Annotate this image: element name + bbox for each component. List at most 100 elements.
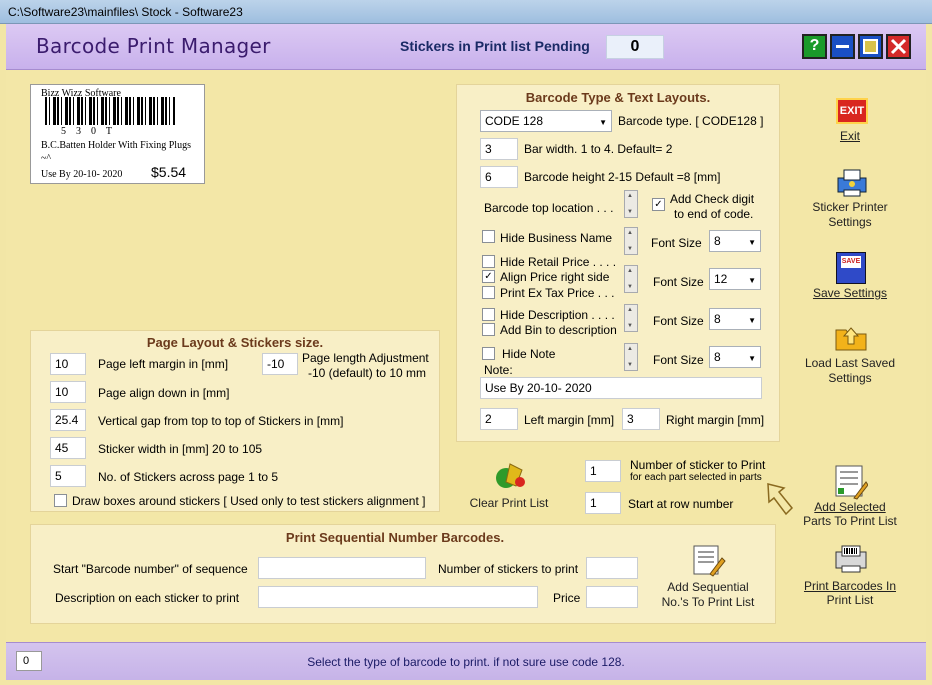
close-icon bbox=[890, 38, 907, 55]
business-spinner[interactable] bbox=[624, 227, 638, 255]
font-size-select-4[interactable]: 8 bbox=[709, 346, 761, 368]
hide-description-checkbox[interactable] bbox=[482, 308, 495, 321]
print-ex-tax-checkbox[interactable] bbox=[482, 286, 495, 299]
hide-retail-label: Hide Retail Price . . . . bbox=[500, 255, 617, 269]
minimize-button[interactable] bbox=[830, 34, 855, 59]
pending-label: Stickers in Print list Pending bbox=[400, 38, 590, 54]
description-spinner[interactable] bbox=[624, 304, 638, 332]
font-size-value-2: 12 bbox=[714, 272, 728, 286]
bar-width-input[interactable]: 3 bbox=[480, 138, 518, 160]
barcode-preview: Bizz Wizz Software 5 3 0 T B.C.Batten Ho… bbox=[30, 84, 205, 184]
left-margin-label: Left margin [mm] bbox=[524, 413, 615, 427]
hide-retail-checkbox[interactable] bbox=[482, 255, 495, 268]
seq-price-label: Price bbox=[553, 591, 581, 605]
seq-num-print-input[interactable] bbox=[586, 557, 638, 579]
add-selected-button-line2[interactable]: Parts To Print List bbox=[800, 514, 900, 528]
price-spinner[interactable] bbox=[624, 265, 638, 293]
page-layout-title: Page Layout & Stickers size. bbox=[146, 335, 324, 350]
num-sticker-input[interactable]: 1 bbox=[585, 460, 621, 482]
preview-digits: 5 3 0 T bbox=[61, 126, 112, 137]
hide-business-checkbox[interactable] bbox=[482, 230, 495, 243]
font-size-label-4: Font Size bbox=[653, 353, 704, 367]
page-left-margin-label: Page left margin in [mm] bbox=[98, 357, 229, 371]
add-bin-checkbox[interactable] bbox=[482, 323, 495, 336]
printer-settings-button[interactable]: Sticker Printer bbox=[800, 200, 900, 214]
add-selected-button[interactable]: Add Selected bbox=[800, 500, 900, 514]
add-selected-label: Add Selected bbox=[814, 500, 886, 514]
seq-start-label: Start "Barcode number" of sequence bbox=[53, 562, 248, 576]
printer-icon[interactable] bbox=[834, 168, 870, 198]
barcode-panel-title: Barcode Type & Text Layouts. bbox=[525, 90, 711, 105]
exit-icon[interactable]: EXIT bbox=[836, 98, 868, 124]
left-margin-input[interactable]: 2 bbox=[480, 408, 518, 430]
sequential-title: Print Sequential Number Barcodes. bbox=[285, 530, 505, 545]
top-location-label: Barcode top location . . . bbox=[484, 201, 614, 215]
load-settings-button[interactable]: Load Last Saved bbox=[800, 356, 900, 370]
font-size-select-3[interactable]: 8 bbox=[709, 308, 761, 330]
close-button[interactable] bbox=[886, 34, 911, 59]
save-settings-label: Save Settings bbox=[812, 286, 888, 300]
hide-note-checkbox[interactable] bbox=[482, 347, 495, 360]
align-price-label: Align Price right side bbox=[500, 270, 610, 284]
font-size-label-3: Font Size bbox=[653, 314, 704, 328]
app-header: Barcode Print Manager Stickers in Print … bbox=[6, 24, 926, 70]
maximize-button[interactable] bbox=[858, 34, 883, 59]
exit-button[interactable]: Exit bbox=[800, 129, 900, 143]
print-ex-tax-label: Print Ex Tax Price . . . bbox=[500, 286, 615, 300]
exit-label: Exit bbox=[839, 129, 860, 143]
start-row-input[interactable]: 1 bbox=[585, 492, 621, 514]
align-price-checkbox[interactable]: ✓ bbox=[482, 270, 495, 283]
help-button[interactable]: ? bbox=[802, 34, 827, 59]
add-sequential-button[interactable]: Add Sequential bbox=[650, 580, 766, 594]
load-folder-icon[interactable] bbox=[834, 324, 868, 352]
add-check-checkbox[interactable]: ✓ bbox=[652, 198, 665, 211]
add-check-label2: to end of code. bbox=[674, 207, 754, 221]
print-barcodes-button[interactable]: Print Barcodes In bbox=[800, 579, 900, 593]
page-length-adj-input[interactable]: -10 bbox=[262, 353, 298, 375]
note-input[interactable]: Use By 20-10- 2020 bbox=[480, 377, 762, 399]
font-size-value-1: 8 bbox=[714, 234, 721, 248]
seq-price-input[interactable] bbox=[586, 586, 638, 608]
hide-business-label: Hide Business Name bbox=[500, 231, 613, 245]
page-length-adj-label: Page length Adjustment bbox=[302, 351, 429, 365]
save-icon[interactable]: SAVE bbox=[836, 252, 866, 284]
sticker-width-label: Sticker width in [mm] 20 to 105 bbox=[98, 442, 263, 456]
seq-start-input[interactable] bbox=[258, 557, 426, 579]
preview-description: B.C.Batten Holder With Fixing Plugs ~^ bbox=[41, 140, 191, 164]
save-settings-button[interactable]: Save Settings bbox=[800, 286, 900, 300]
stickers-across-input[interactable]: 5 bbox=[50, 465, 86, 487]
arrow-up-left-icon bbox=[767, 483, 794, 516]
top-location-spinner[interactable] bbox=[624, 190, 638, 218]
clear-print-list-button[interactable]: Clear Print List bbox=[466, 496, 552, 510]
add-selected-icon[interactable] bbox=[834, 464, 869, 500]
font-size-select-1[interactable]: 8 bbox=[709, 230, 761, 252]
preview-price: $5.54 bbox=[151, 164, 187, 180]
page-left-margin-input[interactable]: 10 bbox=[50, 353, 86, 375]
stickers-across-label: No. of Stickers across page 1 to 5 bbox=[98, 470, 279, 484]
bar-height-input[interactable]: 6 bbox=[480, 166, 518, 188]
seq-desc-input[interactable] bbox=[258, 586, 538, 608]
note-spinner[interactable] bbox=[624, 343, 638, 371]
add-sequential-icon[interactable] bbox=[692, 544, 726, 578]
exit-icon-text: EXIT bbox=[839, 105, 865, 117]
seq-num-print-label: Number of stickers to print bbox=[438, 562, 579, 576]
minimize-icon bbox=[836, 45, 849, 48]
seq-desc-label: Description on each sticker to print bbox=[55, 591, 240, 605]
print-barcodes-button-line2[interactable]: Print List bbox=[800, 593, 900, 607]
sticker-width-input[interactable]: 45 bbox=[50, 437, 86, 459]
draw-boxes-checkbox[interactable] bbox=[54, 494, 67, 507]
clear-list-icon[interactable] bbox=[492, 460, 528, 490]
print-barcodes-icon[interactable] bbox=[834, 544, 868, 574]
vertical-gap-input[interactable]: 25.4 bbox=[50, 409, 86, 431]
barcode-type-select[interactable]: CODE 128 bbox=[480, 110, 612, 132]
font-size-select-2[interactable]: 12 bbox=[709, 268, 761, 290]
right-margin-input[interactable]: 3 bbox=[622, 408, 660, 430]
draw-boxes-label: Draw boxes around stickers [ Used only t… bbox=[72, 494, 426, 508]
load-settings-button-line2[interactable]: Settings bbox=[800, 371, 900, 385]
barcode-type-value: CODE 128 bbox=[485, 114, 544, 128]
num-sticker-label: Number of sticker to Print bbox=[630, 458, 766, 472]
printer-settings-button-line2[interactable]: Settings bbox=[800, 215, 900, 229]
page-align-down-input[interactable]: 10 bbox=[50, 381, 86, 403]
add-sequential-button-line2[interactable]: No.'s To Print List bbox=[650, 595, 766, 609]
add-check-label: Add Check digit bbox=[670, 192, 755, 206]
